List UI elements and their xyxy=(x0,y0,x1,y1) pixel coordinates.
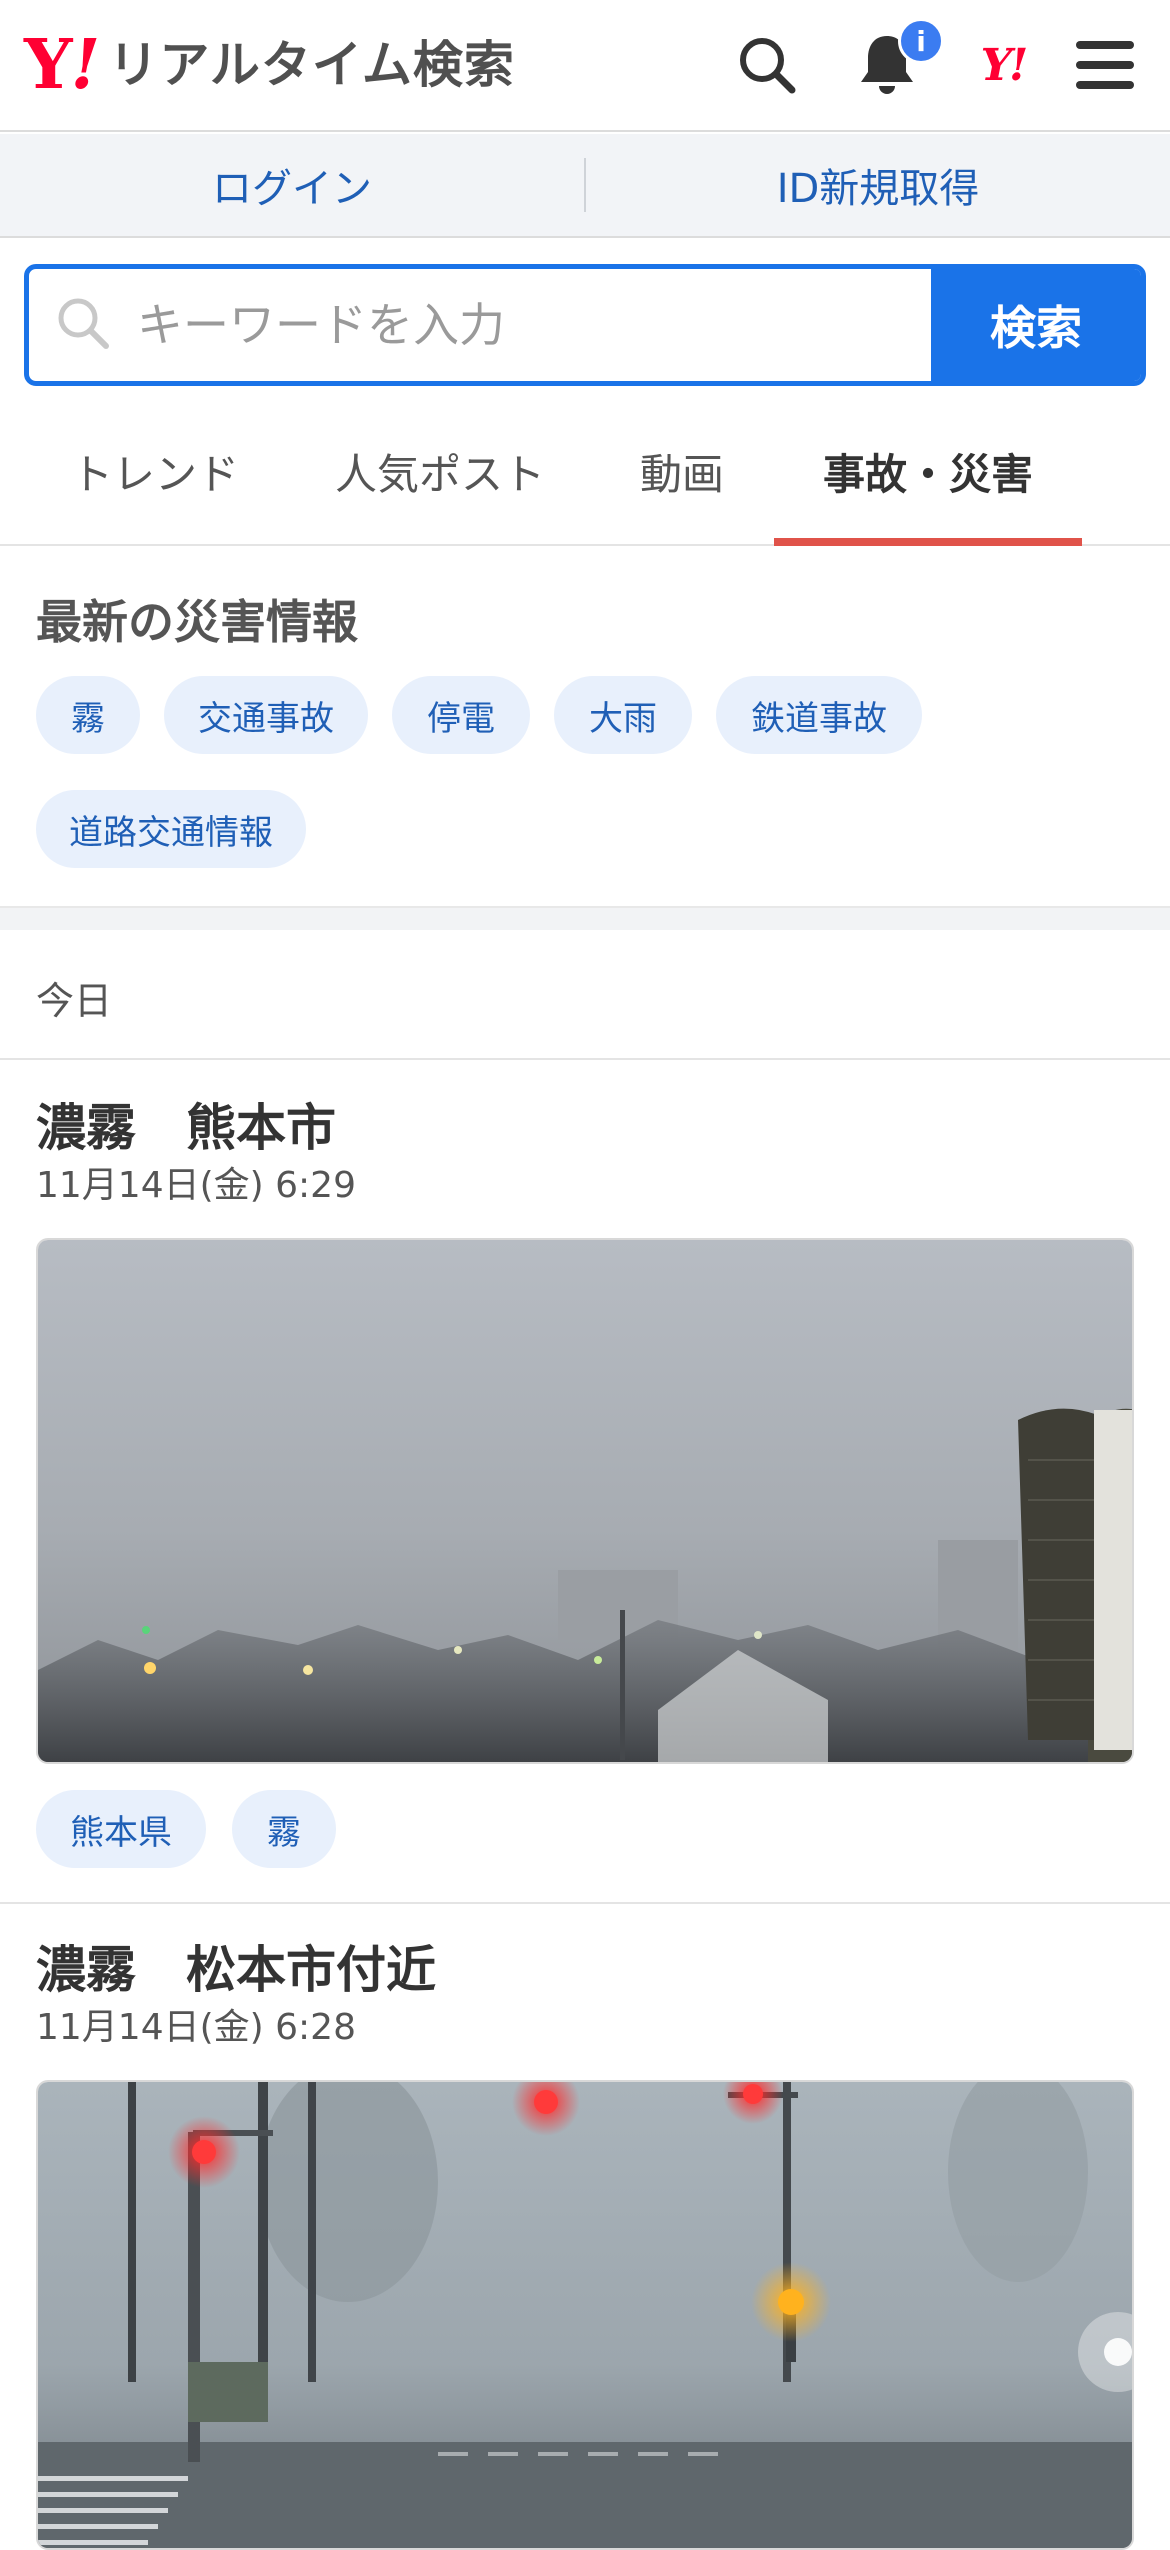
logo-text: リアルタイム検索 xyxy=(108,36,515,94)
chip-traffic-accident[interactable]: 交通事故 xyxy=(164,676,368,754)
menu-icon[interactable] xyxy=(1070,30,1140,100)
account-bar: ログイン ID新規取得 xyxy=(0,134,1170,238)
tab-popular-posts[interactable]: 人気ポスト xyxy=(320,398,560,544)
post-timestamp: 11月14日(金) 6:28 xyxy=(36,2007,356,2048)
post-title[interactable]: 濃霧 熊本市 xyxy=(36,1088,336,1160)
post-image-foggy-intersection[interactable] xyxy=(36,2080,1134,2550)
category-tabs: トレンド 人気ポスト 動画 事故・災害 xyxy=(0,398,1170,546)
search-button[interactable]: 検索 xyxy=(931,269,1141,381)
search-form: 検索 xyxy=(24,264,1146,386)
disaster-section-title: 最新の災害情報 xyxy=(36,595,358,649)
chip-power-outage[interactable]: 停電 xyxy=(392,676,530,754)
tag-kumamoto[interactable]: 熊本県 xyxy=(36,1790,206,1868)
login-link[interactable]: ログイン xyxy=(0,156,584,214)
signup-link[interactable]: ID新規取得 xyxy=(586,156,1170,214)
post-image-foggy-city[interactable] xyxy=(36,1238,1134,1764)
chip-railway-accident[interactable]: 鉄道事故 xyxy=(716,676,922,754)
search-input[interactable] xyxy=(137,298,897,352)
divider xyxy=(0,1902,1170,1904)
search-field-wrap xyxy=(29,269,931,381)
chip-heavy-rain[interactable]: 大雨 xyxy=(554,676,692,754)
day-label: 今日 xyxy=(36,979,113,1023)
chip-fog[interactable]: 霧 xyxy=(36,676,140,754)
search-field-icon xyxy=(55,295,111,355)
yahoo-realtime-logo[interactable]: Y! リアルタイム検索 xyxy=(24,28,515,102)
post-timestamp: 11月14日(金) 6:29 xyxy=(36,1165,356,1206)
tag-fog[interactable]: 霧 xyxy=(232,1790,336,1868)
tab-trend[interactable]: トレンド xyxy=(50,398,260,544)
divider xyxy=(0,1058,1170,1060)
yahoo-logo-mark: Y! xyxy=(24,25,100,105)
tab-accident-disaster[interactable]: 事故・災害 xyxy=(774,398,1082,546)
section-separator xyxy=(0,906,1170,930)
yahoo-id-icon[interactable]: Y! xyxy=(968,30,1038,100)
tab-video[interactable]: 動画 xyxy=(622,398,742,544)
notification-badge: i xyxy=(898,18,944,64)
app-header: Y! リアルタイム検索 i Y! xyxy=(0,0,1170,132)
chip-road-traffic-info[interactable]: 道路交通情報 xyxy=(36,790,306,868)
search-icon[interactable] xyxy=(732,30,802,100)
post-title[interactable]: 濃霧 松本市付近 xyxy=(36,1930,436,2002)
